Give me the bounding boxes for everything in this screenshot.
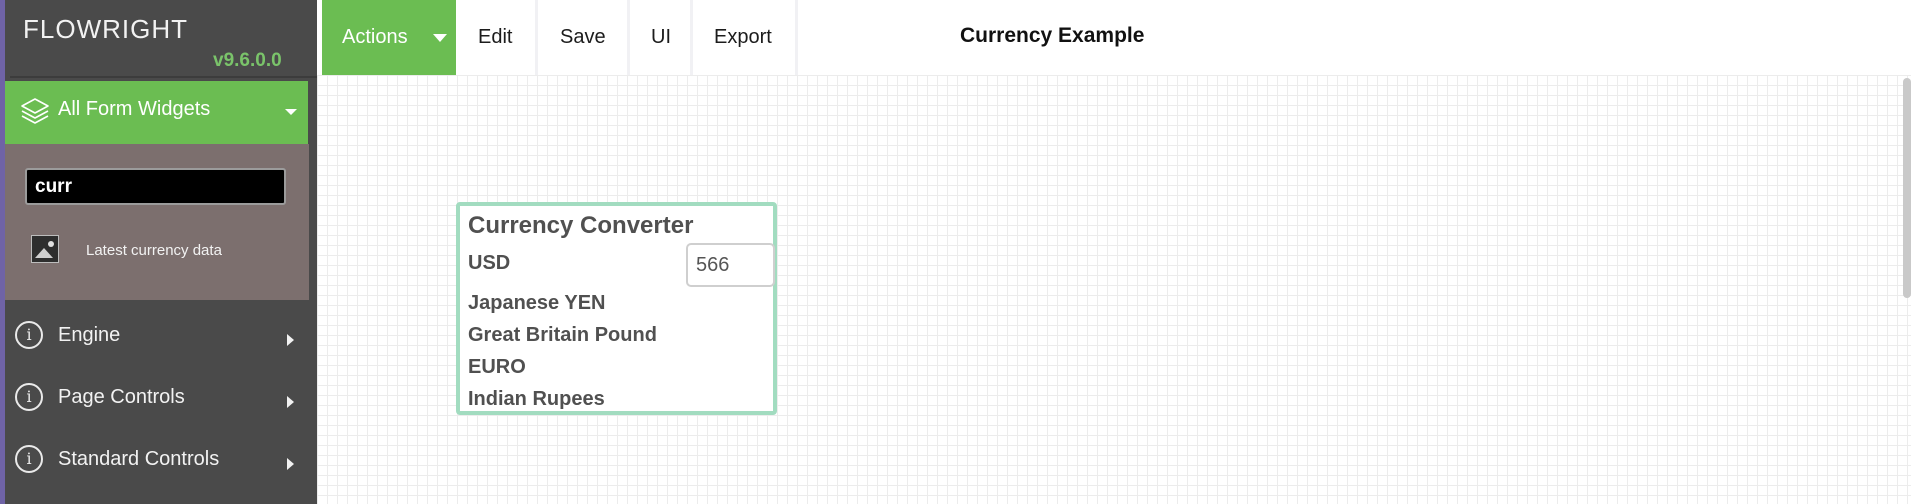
- usd-amount-input[interactable]: [686, 243, 775, 287]
- actions-label: Actions: [342, 26, 408, 48]
- ui-label: UI: [651, 26, 671, 48]
- chevron-down-icon: [433, 34, 447, 42]
- all-form-widgets-header[interactable]: All Form Widgets: [5, 81, 308, 144]
- image-icon: [31, 235, 59, 263]
- widget-title: Currency Converter: [468, 212, 694, 239]
- sidebar-item-label: Standard Controls: [58, 448, 220, 470]
- export-button[interactable]: Export: [693, 0, 798, 75]
- edit-label: Edit: [478, 26, 513, 48]
- sidebar-item-standard-controls[interactable]: i Standard Controls: [5, 430, 309, 492]
- chevron-right-icon: [287, 334, 294, 346]
- sidebar-item-engine[interactable]: i Engine: [5, 306, 309, 368]
- sidebar-item-page-controls[interactable]: i Page Controls: [5, 368, 309, 430]
- actions-menu-button[interactable]: Actions: [322, 0, 456, 75]
- save-button[interactable]: Save: [538, 0, 630, 75]
- page-title: Currency Example: [960, 24, 1145, 47]
- layers-icon: [21, 98, 49, 124]
- japanese-yen-label: Japanese YEN: [468, 292, 606, 314]
- chevron-right-icon: [287, 396, 294, 408]
- currency-converter-widget[interactable]: Currency Converter USD Japanese YEN Grea…: [456, 202, 777, 415]
- euro-label: EURO: [468, 356, 526, 378]
- info-icon: i: [15, 321, 43, 349]
- widget-item-label: Latest currency data: [86, 242, 222, 259]
- sidebar-item-label: Page Controls: [58, 386, 185, 408]
- usd-label: USD: [468, 252, 511, 274]
- edit-button[interactable]: Edit: [456, 0, 538, 75]
- sidebar: FLOWRIGHT v9.6.0.0 All Form Widgets Late…: [0, 0, 322, 504]
- export-label: Export: [714, 26, 772, 48]
- indian-rupees-label: Indian Rupees: [468, 388, 605, 410]
- widget-item-latest-currency-data[interactable]: Latest currency data: [25, 230, 295, 270]
- sidebar-divider: [10, 76, 322, 78]
- version-label: v9.6.0.0: [213, 50, 282, 71]
- save-label: Save: [560, 26, 606, 48]
- ui-button[interactable]: UI: [630, 0, 693, 75]
- chevron-down-icon: [285, 109, 297, 115]
- info-icon: i: [15, 445, 43, 473]
- great-britain-pound-label: Great Britain Pound: [468, 324, 657, 346]
- vertical-scrollbar[interactable]: [1903, 78, 1911, 298]
- logo-text: FLOWRIGHT: [23, 14, 188, 44]
- info-icon: i: [15, 383, 43, 411]
- chevron-right-icon: [287, 458, 294, 470]
- sidebar-item-label: Engine: [58, 324, 121, 346]
- toolbar: Actions Edit Save UI Export Currency Exa…: [317, 0, 1911, 81]
- widget-search-input[interactable]: [25, 168, 286, 205]
- widgets-panel: Latest currency data: [5, 144, 309, 300]
- flowright-logo: FLOWRIGHT v9.6.0.0: [17, 10, 317, 74]
- all-form-widgets-label: All Form Widgets: [58, 98, 211, 120]
